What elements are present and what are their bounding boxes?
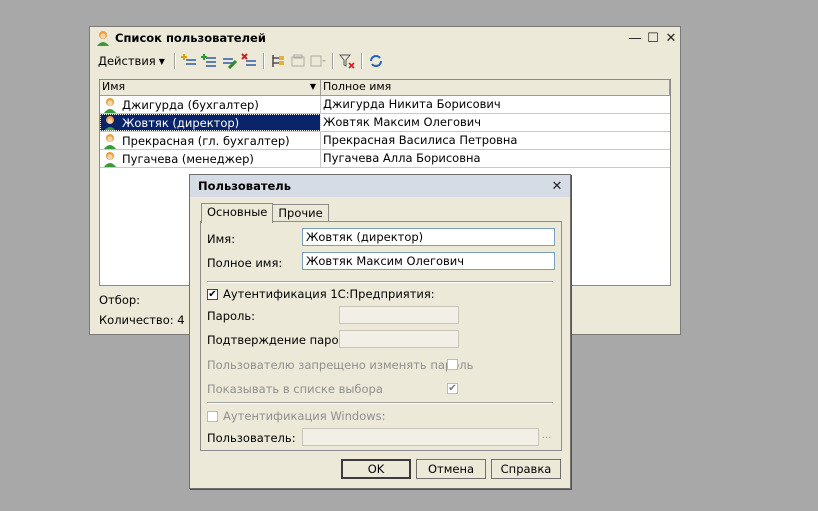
tab-other[interactable]: Прочие bbox=[272, 204, 329, 222]
password-confirm-label: Подтверждение пароля: bbox=[207, 333, 357, 347]
user-icon bbox=[97, 31, 109, 46]
os-user-input[interactable] bbox=[302, 428, 539, 446]
row-name: Прекрасная (гл. бухгалтер) bbox=[122, 133, 290, 148]
actions-menu-label: Действия bbox=[98, 54, 156, 68]
user-icon bbox=[104, 97, 116, 113]
table-row[interactable]: Пугачева (менеджер) Пугачева Алла Борисо… bbox=[100, 150, 670, 168]
help-button[interactable]: Справка bbox=[491, 459, 561, 479]
checkmark-icon: ✔ bbox=[448, 382, 457, 394]
toolbar-separator bbox=[262, 53, 264, 69]
table-row[interactable]: Прекрасная (гл. бухгалтер) Прекрасная Ва… bbox=[100, 132, 670, 150]
add-item-icon[interactable] bbox=[180, 52, 198, 70]
users-window-title: Список пользователей bbox=[115, 31, 266, 45]
delete-item-icon[interactable] bbox=[240, 52, 258, 70]
name-input[interactable]: Жовтяк (директор) bbox=[302, 228, 555, 246]
actions-menu-button[interactable]: Действия ▼ bbox=[94, 52, 169, 70]
users-toolbar: Действия ▼ bbox=[94, 50, 676, 72]
tab-main[interactable]: Основные bbox=[201, 203, 274, 223]
auth-windows-checkbox[interactable] bbox=[207, 411, 218, 422]
auth-1c-label: Аутентификация 1С:Предприятия: bbox=[223, 287, 435, 301]
structure-menu-icon[interactable] bbox=[309, 52, 327, 70]
separator bbox=[207, 281, 553, 282]
filter-label: Отбор: bbox=[99, 293, 141, 307]
toolbar-separator bbox=[173, 53, 175, 69]
minimize-icon[interactable]: — bbox=[626, 29, 644, 47]
dialog-tabs: Основные Прочие bbox=[201, 203, 329, 223]
full-name-input[interactable]: Жовтяк Максим Олегович bbox=[302, 252, 555, 270]
select-button[interactable]: ... bbox=[539, 428, 554, 445]
ok-button[interactable]: OK bbox=[341, 459, 411, 479]
user-icon bbox=[104, 151, 116, 167]
hierarchy-icon[interactable] bbox=[269, 52, 287, 70]
toolbar-separator bbox=[331, 53, 333, 69]
close-icon[interactable]: ✕ bbox=[662, 29, 680, 47]
forbid-change-checkbox[interactable] bbox=[447, 359, 458, 370]
full-name-label: Полное имя: bbox=[207, 256, 283, 270]
row-full-name: Прекрасная Василиса Петровна bbox=[323, 133, 518, 147]
filter-clear-icon[interactable] bbox=[338, 52, 356, 70]
separator bbox=[207, 402, 553, 403]
cancel-button[interactable]: Отмена bbox=[416, 459, 486, 479]
show-in-list-checkbox[interactable]: ✔ bbox=[447, 383, 458, 394]
sort-arrow-icon: ▼ bbox=[309, 82, 316, 91]
password-confirm-input[interactable] bbox=[339, 330, 459, 348]
users-table-header: Имя ▼ Полное имя bbox=[100, 80, 670, 96]
user-dialog-title: Пользователь bbox=[198, 179, 291, 193]
user-dialog: Пользователь ✕ Основные Прочие Имя: Жовт… bbox=[189, 174, 571, 489]
row-full-name: Джигурда Никита Борисович bbox=[323, 97, 501, 111]
forbid-change-label: Пользователю запрещено изменять пароль bbox=[207, 358, 474, 372]
folder-icon[interactable] bbox=[289, 52, 307, 70]
toolbar-separator bbox=[360, 53, 362, 69]
user-icon bbox=[104, 133, 116, 149]
copy-item-icon[interactable] bbox=[200, 52, 218, 70]
table-row[interactable]: Джигурда (бухгалтер) Джигурда Никита Бор… bbox=[100, 96, 670, 114]
auth-1c-checkbox[interactable]: ✔ bbox=[207, 289, 218, 300]
users-window-titlebar[interactable]: Список пользователей — ☐ ✕ bbox=[90, 27, 680, 49]
refresh-icon[interactable] bbox=[367, 52, 385, 70]
os-user-label: Пользователь: bbox=[207, 431, 296, 445]
checkmark-icon: ✔ bbox=[208, 288, 217, 300]
maximize-icon[interactable]: ☐ bbox=[644, 29, 662, 47]
row-name: Джигурда (бухгалтер) bbox=[122, 97, 259, 112]
row-name: Пугачева (менеджер) bbox=[122, 151, 254, 166]
password-input[interactable] bbox=[339, 306, 459, 324]
edit-item-icon[interactable] bbox=[220, 52, 238, 70]
user-icon bbox=[104, 115, 116, 131]
row-name: Жовтяк (директор) bbox=[122, 114, 240, 131]
column-header-name[interactable]: Имя ▼ bbox=[100, 80, 321, 95]
table-row-selected[interactable]: Жовтяк (директор) Жовтяк Максим Олегович bbox=[100, 114, 670, 132]
password-label: Пароль: bbox=[207, 309, 256, 323]
row-full-name: Жовтяк Максим Олегович bbox=[323, 115, 482, 129]
auth-windows-label: Аутентификация Windows: bbox=[223, 409, 386, 423]
close-icon[interactable]: ✕ bbox=[548, 177, 566, 195]
show-in-list-label: Показывать в списке выбора bbox=[207, 382, 383, 396]
user-dialog-titlebar[interactable]: Пользователь ✕ bbox=[190, 175, 570, 197]
tab-panel-main: Имя: Жовтяк (директор) Полное имя: Жовтя… bbox=[200, 221, 562, 451]
count-label: Количество: 4 bbox=[99, 313, 185, 327]
column-header-full-name[interactable]: Полное имя bbox=[321, 80, 670, 95]
row-full-name: Пугачева Алла Борисовна bbox=[323, 151, 481, 165]
name-label: Имя: bbox=[207, 232, 236, 246]
